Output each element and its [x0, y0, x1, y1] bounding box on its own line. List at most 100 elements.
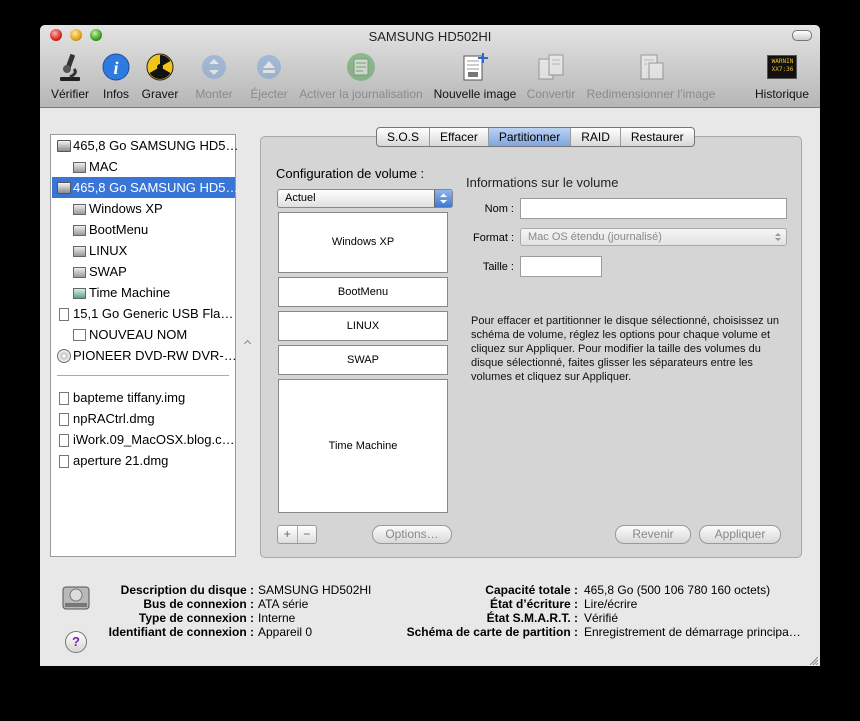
tab-restaurer[interactable]: Restaurer: [621, 128, 694, 146]
disk-description-value: SAMSUNG HD502HI: [258, 583, 372, 597]
split-view-handle[interactable]: [243, 339, 252, 348]
convert-label: Convertir: [526, 87, 576, 101]
write-status-value: Lire/écrire: [584, 597, 638, 611]
revert-button[interactable]: Revenir: [615, 525, 691, 544]
journal-icon: [345, 51, 377, 83]
radiation-icon: [144, 51, 176, 83]
total-capacity-label: Capacité totale :: [485, 583, 578, 597]
tab-raid[interactable]: RAID: [571, 128, 621, 146]
connection-id-label: Identifiant de connexion :: [108, 625, 254, 639]
connection-id-value: Appareil 0: [258, 625, 313, 639]
disk-description-label: Description du disque :: [120, 583, 254, 597]
mount-icon: [198, 51, 230, 83]
burn-button[interactable]: Graver: [140, 51, 180, 101]
remove-volume-button[interactable]: −: [298, 526, 317, 543]
sidebar-image-label: aperture 21.dmg: [73, 453, 169, 468]
sidebar-item-label: Windows XP: [89, 201, 163, 216]
window-title: SAMSUNG HD502HI: [368, 29, 492, 44]
log-console-icon: WARNIN XX7:36: [766, 51, 798, 83]
size-field[interactable]: [520, 256, 602, 277]
volume-time-machine[interactable]: Time Machine: [278, 379, 448, 513]
sidebar-image-label: bapteme tiffany.img: [73, 390, 186, 405]
volume-icon: [73, 329, 86, 341]
burn-label: Graver: [141, 87, 179, 101]
sidebar-item-label: MAC: [89, 159, 118, 174]
volume-info-title: Informations sur le volume: [466, 175, 619, 190]
eject-label: Éjecter: [250, 87, 288, 101]
eject-icon: [253, 51, 285, 83]
connection-type-label: Type de connexion :: [138, 611, 254, 625]
name-field[interactable]: [520, 198, 787, 219]
resize-grip[interactable]: [808, 654, 819, 666]
volume-icon: [73, 162, 86, 173]
journal-button[interactable]: Activer la journalisation: [296, 51, 426, 101]
volume-bootmenu[interactable]: BootMenu: [278, 277, 448, 307]
volume-icon: [73, 204, 86, 215]
smart-status-value: Vérifié: [584, 611, 619, 625]
toolbar-toggle-button[interactable]: [792, 30, 812, 41]
volume-config-label: Configuration de volume :: [276, 166, 425, 181]
volume-scheme-value: Actuel: [285, 192, 316, 204]
partition-map-value: Enregistrement de démarrage principa…: [584, 625, 801, 639]
format-label: Format :: [473, 232, 514, 244]
volume-icon: [73, 246, 86, 257]
resize-image-button[interactable]: Redimensionner l’image: [584, 51, 718, 101]
add-volume-button[interactable]: +: [278, 526, 298, 543]
usb-disk-icon: [59, 308, 69, 321]
sidebar-divider: [57, 375, 229, 379]
convert-button[interactable]: Convertir: [524, 51, 578, 101]
volume-linux[interactable]: LINUX: [278, 311, 448, 341]
popup-arrows-icon: [772, 230, 784, 244]
mount-button[interactable]: Monter: [192, 51, 236, 101]
apply-button[interactable]: Appliquer: [699, 525, 781, 544]
eject-button[interactable]: Éjecter: [246, 51, 292, 101]
sidebar-item-label: BootMenu: [89, 222, 149, 237]
volume-scheme-popup[interactable]: Actuel: [277, 189, 453, 208]
volume-icon: [73, 225, 86, 236]
info-label: Infos: [102, 87, 129, 101]
tab-effacer[interactable]: Effacer: [430, 128, 489, 146]
journal-label: Activer la journalisation: [299, 87, 423, 101]
disk-image-icon: [59, 455, 69, 468]
volume-icon: [73, 267, 86, 278]
format-popup[interactable]: Mac OS étendu (journalisé): [520, 228, 787, 246]
tab-partitionner[interactable]: Partitionner: [488, 128, 572, 146]
svg-text:i: i: [113, 58, 118, 78]
title-bar: SAMSUNG HD502HI Vérifier i Infos Graver …: [40, 25, 820, 108]
sidebar-item-label: Time Machine: [89, 285, 171, 300]
convert-icon: [535, 51, 567, 83]
new-image-button[interactable]: Nouvelle image: [432, 51, 518, 101]
total-capacity-value: 465,8 Go (500 106 780 160 octets): [584, 583, 771, 597]
log-button[interactable]: WARNIN XX7:36 Historique: [752, 51, 812, 101]
disk-utility-window: SAMSUNG HD502HI Vérifier i Infos Graver …: [40, 25, 820, 666]
new-image-icon: [459, 51, 491, 83]
log-label: Historique: [754, 87, 810, 101]
disk-drive-icon: [60, 581, 92, 613]
help-button[interactable]: ?: [65, 631, 87, 653]
volume-windows-xp[interactable]: Windows XP: [278, 212, 448, 273]
volume-swap[interactable]: SWAP: [278, 345, 448, 375]
sidebar-item-label: 15,1 Go Generic USB Fla…: [73, 306, 234, 321]
microscope-icon: [54, 51, 86, 83]
sidebar-item-label: 465,8 Go SAMSUNG HD5…: [73, 138, 239, 153]
resize-image-label: Redimensionner l’image: [586, 87, 716, 101]
connection-bus-label: Bus de connexion :: [143, 597, 254, 611]
tab-sos[interactable]: S.O.S: [377, 128, 431, 146]
connection-type-value: Interne: [258, 611, 296, 625]
log-icon-text: WARNIN XX7:36: [767, 55, 797, 79]
popup-arrows-icon: [434, 190, 452, 207]
add-remove-control: + −: [277, 525, 317, 544]
sidebar-image-label: iWork.09_MacOSX.blog.c…: [73, 432, 235, 447]
options-button[interactable]: Options…: [372, 525, 452, 544]
verify-button[interactable]: Vérifier: [50, 51, 90, 101]
help-text: Pour effacer et partitionner le disque s…: [471, 315, 779, 383]
sidebar-image-label: npRACtrl.dmg: [73, 411, 155, 426]
verify-label: Vérifier: [50, 87, 89, 101]
disk-image-icon: [59, 392, 69, 405]
disk-image-icon: [59, 413, 69, 426]
tab-bar: S.O.S Effacer Partitionner RAID Restaure…: [376, 127, 695, 147]
info-button[interactable]: i Infos: [98, 51, 134, 101]
resize-image-icon: [635, 51, 667, 83]
new-image-label: Nouvelle image: [433, 87, 517, 101]
hard-disk-icon: [57, 182, 71, 194]
